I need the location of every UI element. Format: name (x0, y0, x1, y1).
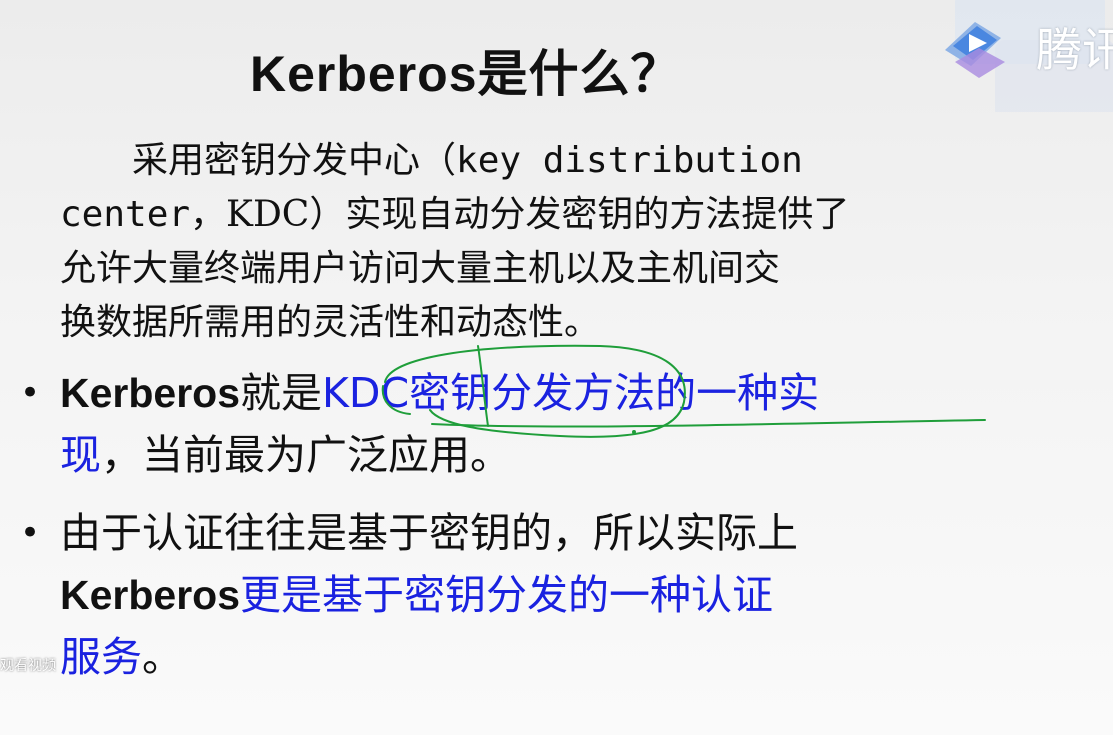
bullet-1-connector: 就是 (240, 369, 323, 417)
intro-line-2-cn: ，KDC）实现自动分发密钥的方法提供了 (190, 194, 850, 235)
bullet-1-term: Kerberos (60, 370, 241, 416)
bullet-2-term: Kerberos (60, 572, 241, 618)
bullet-2-line-2: Kerberos更是基于密钥分发的一种认证 (60, 564, 1040, 626)
intro-line-2: center，KDC）实现自动分发密钥的方法提供了 (60, 188, 1020, 242)
bullet-dot-icon: • (20, 373, 41, 413)
intro-line-1-en: key distribution (456, 140, 803, 181)
intro-line-4: 换数据所需用的灵活性和动态性。 (60, 302, 601, 343)
bullet-2-line-1: 由于认证往往是基于密钥的，所以实际上 (60, 509, 798, 557)
bullet-1-highlight-2: 现 (60, 431, 101, 479)
watch-video-link[interactable]: 观看视频 (0, 655, 56, 675)
bullet-2-highlight-2: 更是基于密钥分发的一种认证 (240, 571, 774, 619)
bullet-1-rest: ，当前最为广泛应用。 (101, 431, 511, 479)
bullet-2-highlight-3: 服务 (60, 633, 142, 681)
bullet-dot-icon: • (20, 513, 41, 553)
slide-title: Kerberos是什么？ (250, 46, 682, 102)
bullet-1-highlight-1: KDC密钥分发方法的一种实 (322, 369, 820, 417)
intro-paragraph: 采用密钥分发中心（key distribution center，KDC）实现自… (60, 134, 1020, 350)
intro-line-3: 允许大量终端用户访问大量主机以及主机间交 (60, 248, 781, 289)
bullet-1: • Kerberos就是KDC密钥分发方法的一种实 现，当前最为广泛应用。 (20, 362, 1040, 486)
bullet-1-line-1: Kerberos就是KDC密钥分发方法的一种实 (60, 362, 1040, 424)
logo-text: 腾讯 (1036, 23, 1113, 77)
intro-line-1: 采用密钥分发中心（key distribution (60, 134, 1020, 188)
slide: Kerberos是什么？ 采用密钥分发中心（key distribution c… (0, 0, 1113, 735)
bullet-2-line-3: 服务。 (60, 626, 1040, 688)
bullet-1-line-2: 现，当前最为广泛应用。 (60, 424, 1040, 486)
intro-line-1-cn: 采用密钥分发中心（ (132, 140, 457, 181)
bullet-2-end: 。 (142, 633, 183, 681)
intro-line-2-en: center (60, 194, 191, 235)
bullet-2: • 由于认证往往是基于密钥的，所以实际上 Kerberos更是基于密钥分发的一种… (20, 502, 1040, 688)
